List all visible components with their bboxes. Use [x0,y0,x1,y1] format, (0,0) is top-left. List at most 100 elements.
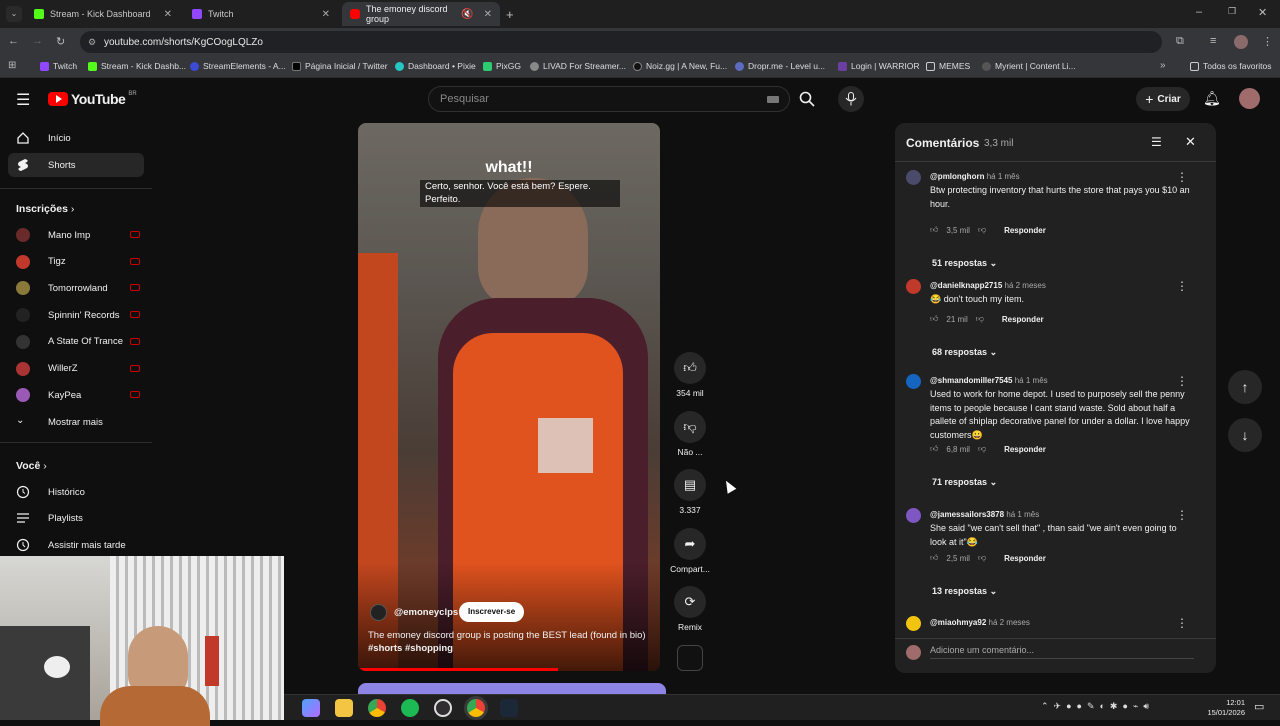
bookmark-noiz[interactable]: Noiz.gg | A New, Fu... [633,61,727,71]
comment-author[interactable]: @shmandomiller7545 há 1 mês [930,376,1048,385]
sidebar-channel[interactable]: KayPea [8,383,144,407]
extensions-icon[interactable]: ⧉ [1176,35,1184,48]
video-progress-bar[interactable] [358,668,558,671]
minimize-icon[interactable]: – [1196,6,1202,18]
thumbs-down-icon[interactable]: 👎︎ [976,314,984,324]
close-icon[interactable]: ✕ [164,9,172,20]
sidebar-channel[interactable]: WillerZ [8,357,144,381]
bookmark-streamelements[interactable]: StreamElements - A... [190,61,286,71]
more-bookmarks-icon[interactable]: » [1160,60,1166,71]
commenter-avatar[interactable] [906,616,921,631]
window-close-icon[interactable]: ✕ [1258,6,1267,19]
add-comment-input[interactable]: Adicione um comentário... [930,645,1194,659]
thumbs-up-icon[interactable]: 👍︎ [930,553,938,563]
close-icon[interactable]: ✕ [1185,134,1196,150]
restore-icon[interactable]: ❐ [1228,6,1236,17]
sidebar-item-history[interactable]: Histórico [8,480,144,504]
comment-menu-icon[interactable]: ⋮ [1176,508,1188,522]
next-short-button[interactable]: ↓ [1228,418,1262,452]
audio-track-thumbnail[interactable] [677,645,703,671]
comment-menu-icon[interactable]: ⋮ [1176,279,1188,293]
obs-icon[interactable] [434,699,452,717]
view-replies-button[interactable]: 51 respostas ⌄ [932,258,997,269]
tab-kick[interactable]: Stream - Kick Dashboard ✕ [26,2,180,26]
comment-author[interactable]: @danielknapp2715 há 2 meses [930,281,1046,290]
view-replies-button[interactable]: 68 respostas ⌄ [932,347,997,358]
you-header[interactable]: Você › [16,460,47,472]
new-tab-icon[interactable]: + [506,7,514,22]
sidebar-item-watch-later[interactable]: Assistir mais tarde [8,533,144,557]
thumbs-down-icon[interactable]: 👎︎ [978,444,986,454]
forward-icon[interactable]: → [32,35,43,47]
sidebar-channel[interactable]: Mano Imp [8,223,144,247]
account-avatar[interactable] [1239,88,1260,109]
thumbs-up-icon[interactable]: 👍︎ [930,314,938,324]
tab-search-icon[interactable]: ⌄ [6,6,22,22]
sidebar-item-shorts[interactable]: Shorts [8,153,144,177]
reload-icon[interactable]: ↻ [56,35,65,48]
search-button[interactable] [790,86,824,112]
youtube-logo[interactable]: YouTube BR [48,91,137,107]
voice-search-button[interactable] [838,86,864,112]
close-icon[interactable]: ✕ [484,9,492,20]
bookmark-livad[interactable]: LIVAD For Streamer... [530,61,626,71]
subscribe-button[interactable]: Inscrever-se [459,602,525,622]
video-hashtags[interactable]: #shorts #shopping [368,643,453,654]
chrome-active-icon[interactable] [467,699,485,717]
notification-center-icon[interactable]: ▭ [1254,700,1264,713]
sidebar-channel[interactable]: Tigz [8,250,144,274]
search-input[interactable]: Pesquisar [428,86,790,112]
file-explorer-icon[interactable] [335,699,353,717]
sidebar-channel[interactable]: Tomorrowland [8,276,144,300]
comment-menu-icon[interactable]: ⋮ [1176,616,1188,630]
thumbs-up-icon[interactable]: 👍︎ [930,444,938,454]
tab-twitch[interactable]: Twitch ✕ [184,2,338,26]
sidebar-channel[interactable]: A State Of Trance [8,330,144,354]
sidebar-item-playlists[interactable]: Playlists [8,506,144,530]
url-bar[interactable]: ⚙ youtube.com/shorts/KgCOogLQLZo [80,31,1162,53]
keyboard-icon[interactable] [767,96,779,103]
bookmark-pixie[interactable]: Dashboard • Pixie [395,61,476,71]
create-button[interactable]: + Criar [1136,87,1190,111]
comment-author[interactable]: @pmlonghorn há 1 mês [930,172,1020,181]
subscriptions-header[interactable]: Inscrições › [16,203,74,215]
profile-avatar[interactable] [1234,35,1248,49]
comment-menu-icon[interactable]: ⋮ [1176,170,1188,184]
site-info-icon[interactable]: ⚙ [88,37,96,48]
commenter-avatar[interactable] [906,279,921,294]
bookmark-warrior[interactable]: Login | WARRIOR [838,61,920,71]
close-icon[interactable]: ✕ [322,9,330,20]
commenter-avatar[interactable] [906,374,921,389]
mute-icon[interactable]: 🔇 [461,9,473,20]
comment-menu-icon[interactable]: ⋮ [1176,374,1188,388]
reply-button[interactable]: Responder [1004,554,1046,563]
tab-youtube[interactable]: The emoney discord group 🔇 ✕ [342,2,500,26]
comment-author[interactable]: @miaohmya92 há 2 meses [930,618,1030,627]
like-button[interactable]: 👍︎ 354 mil [672,352,708,398]
copilot-icon[interactable] [302,699,320,717]
bookmark-pixgg[interactable]: PixGG [483,61,521,71]
sort-icon[interactable]: ☰ [1151,135,1162,149]
remix-button[interactable]: ⟳ Remix [672,586,708,632]
thumbs-down-icon[interactable]: 👎︎ [978,225,986,235]
chrome-icon[interactable] [368,699,386,717]
notifications-bell-icon[interactable]: 🔔︎ [1203,90,1221,107]
thumbs-up-icon[interactable]: 👍︎ [930,225,938,235]
reply-button[interactable]: Responder [1004,445,1046,454]
steam-icon[interactable] [500,699,518,717]
bookmark-twitch[interactable]: Twitch [40,61,77,71]
bookmark-twitter[interactable]: Página Inicial / Twitter [292,61,388,71]
channel-avatar[interactable] [370,604,387,621]
dislike-button[interactable]: 👎︎ Não ... [672,411,708,457]
comment-author[interactable]: @jamessailors3878 há 1 mês [930,510,1039,519]
menu-icon[interactable]: ⋮ [1262,35,1273,48]
system-tray-icons[interactable]: ⌃✈●●✎◐✱●⌁🔊︎ [1041,701,1154,712]
previous-short-button[interactable]: ↑ [1228,370,1262,404]
back-icon[interactable]: ← [8,35,19,47]
shorts-video-player[interactable]: what!! Certo, senhor. Você está bem? Esp… [358,123,660,671]
bookmark-dropr[interactable]: Dropr.me - Level u... [735,61,825,71]
bookmark-myrient[interactable]: Myrient | Content Li... [982,61,1076,71]
sidebar-channel[interactable]: Spinnin' Records [8,303,144,327]
apps-icon[interactable]: ⊞ [8,60,16,71]
clock[interactable]: 12:01 15/01/2026 [1201,698,1245,718]
